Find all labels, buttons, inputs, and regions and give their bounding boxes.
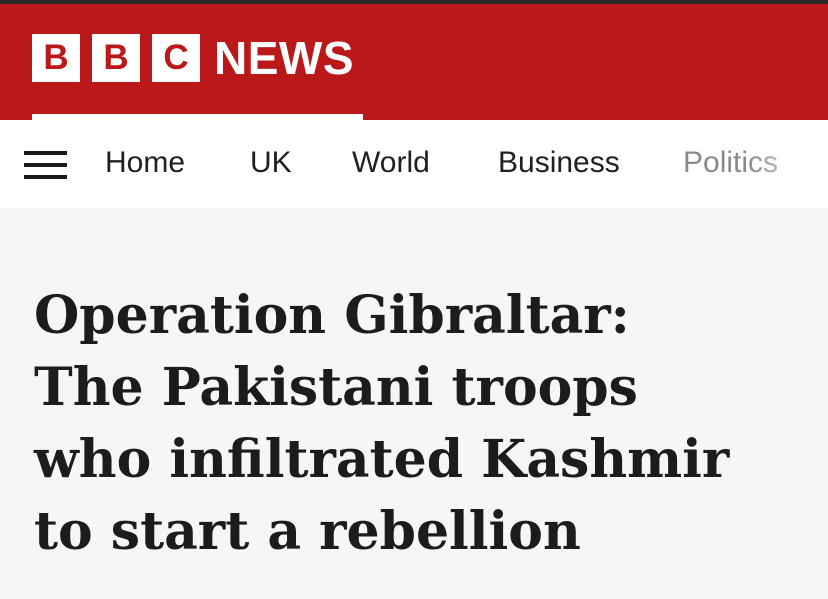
nav-item-home[interactable]: Home bbox=[105, 144, 185, 182]
top-border bbox=[0, 0, 828, 4]
headline-line-3: who infiltrated Kashmir bbox=[34, 429, 730, 490]
bbc-logo-letter-c: C bbox=[152, 34, 200, 82]
bbc-logo-letter-b1: B bbox=[32, 34, 80, 82]
nav-item-uk[interactable]: UK bbox=[250, 144, 292, 182]
nav-scroll-fade bbox=[748, 130, 828, 200]
article-headline: Operation Gibraltar: The Pakistani troop… bbox=[34, 280, 814, 568]
nav-item-world[interactable]: World bbox=[352, 144, 430, 182]
hamburger-menu-icon[interactable] bbox=[24, 151, 67, 179]
headline-line-1: Operation Gibraltar: bbox=[34, 285, 630, 346]
news-wordmark: NEWS bbox=[214, 32, 354, 84]
bbc-news-logo[interactable]: B B C NEWS bbox=[32, 34, 354, 82]
site-header: B B C NEWS bbox=[0, 0, 828, 120]
headline-line-4: to start a rebellion bbox=[34, 501, 581, 562]
nav-item-business[interactable]: Business bbox=[498, 144, 620, 182]
bbc-logo-letter-b2: B bbox=[92, 34, 140, 82]
headline-line-2: The Pakistani troops bbox=[34, 357, 638, 418]
